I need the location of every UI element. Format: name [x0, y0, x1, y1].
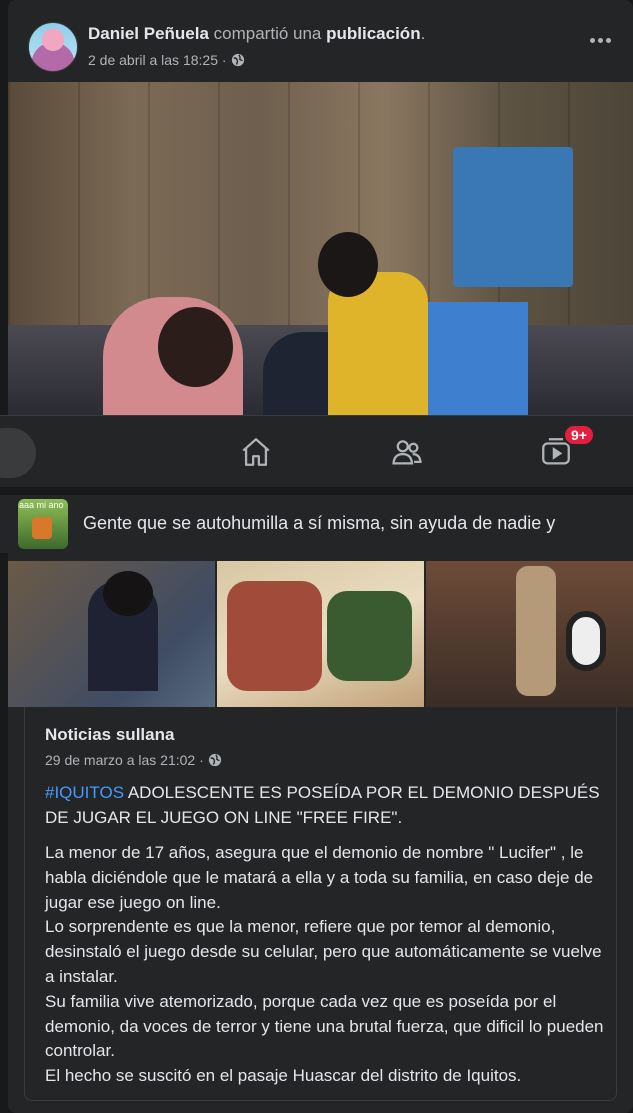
group-thumbnail[interactable]: aaa mi ano — [18, 499, 68, 549]
globe-icon — [208, 753, 221, 767]
title-suffix: . — [420, 24, 426, 43]
post-timestamp[interactable]: 2 de abril a las 18:25 · — [88, 52, 227, 68]
author-avatar[interactable] — [28, 22, 78, 72]
nav-pill-button[interactable] — [0, 428, 36, 478]
divider — [0, 487, 633, 495]
hashtag-link[interactable]: #IQUITOS — [45, 783, 124, 802]
globe-icon — [231, 53, 244, 67]
group-title[interactable]: Gente que se autohumilla a sí misma, sin… — [83, 513, 555, 534]
author-name[interactable]: Daniel Peñuela — [88, 24, 209, 43]
post-meta: 2 de abril a las 18:25 · — [88, 52, 245, 68]
post-header: Daniel Peñuela compartió una publicación… — [8, 0, 633, 82]
shared-post-box: Noticias sullana 29 de marzo a las 21:02… — [24, 707, 617, 1101]
friends-icon[interactable] — [389, 434, 425, 470]
gallery-image[interactable] — [8, 561, 215, 707]
page-name[interactable]: Noticias sullana — [45, 725, 174, 745]
shared-object-link[interactable]: publicación — [326, 24, 420, 43]
shared-post-timestamp[interactable]: 29 de marzo a las 21:02 · — [45, 752, 204, 768]
bottom-navigation-bar — [0, 415, 633, 487]
notification-badge: 9+ — [563, 424, 595, 446]
more-options-icon[interactable] — [587, 30, 613, 50]
thumbnail-text: aaa mi ano — [19, 500, 64, 510]
post-photo[interactable] — [8, 82, 633, 415]
shared-image-gallery — [8, 561, 633, 707]
headline-text: ADOLESCENTE ES POSEÍDA POR EL DEMONIO DE… — [45, 783, 600, 827]
gallery-image[interactable] — [217, 561, 424, 707]
post-body: La menor de 17 años, asegura que el demo… — [45, 843, 604, 1086]
gallery-image[interactable] — [426, 561, 633, 707]
action-text: compartió una — [208, 24, 327, 43]
home-icon[interactable] — [238, 434, 274, 470]
post-headline: #IQUITOS ADOLESCENTE ES POSEÍDA POR EL D… — [45, 780, 605, 830]
shared-post-meta: 29 de marzo a las 21:02 · — [45, 752, 222, 768]
post-title-line: Daniel Peñuela compartió una publicación… — [88, 24, 425, 44]
shared-group-row[interactable]: aaa mi ano Gente que se autohumilla a sí… — [0, 495, 633, 553]
